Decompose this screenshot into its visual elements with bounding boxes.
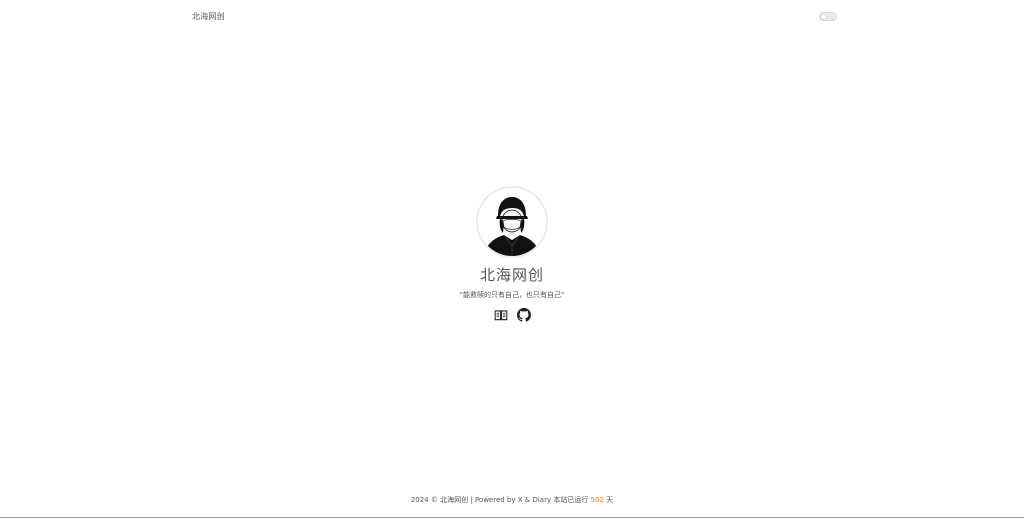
theme-toggle-switch[interactable] (819, 12, 837, 21)
profile-card: 北海网创 "能救赎的只有自己，也只有自己" (0, 186, 1024, 322)
book-link[interactable] (494, 308, 508, 322)
page: 北海网创 北海网创 "能救赎的只有自己，也只有自己" 2024 © 北海网创 |… (0, 0, 1024, 518)
profile-motto: "能救赎的只有自己，也只有自己" (459, 291, 565, 299)
avatar (476, 186, 548, 258)
site-brand-link[interactable]: 北海网创 (192, 11, 225, 22)
profile-name: 北海网创 (479, 266, 544, 284)
toggle-knob (821, 14, 826, 19)
avatar-illustration (478, 188, 546, 256)
run-prefix: 本站已运行 (553, 496, 589, 504)
footer: 2024 © 北海网创 | Powered by X & Diary 本站已运行… (0, 495, 1024, 505)
footer-year: 2024 (410, 496, 429, 504)
copyright-symbol: © (430, 496, 438, 504)
footer-separator: | (470, 496, 473, 504)
github-icon (516, 308, 531, 322)
book-icon (494, 310, 507, 321)
github-link[interactable] (516, 308, 531, 322)
powered-by-link[interactable]: Powered by X & Diary (475, 496, 551, 504)
run-suffix: 天 (606, 496, 614, 504)
footer-owner-link[interactable]: 北海网创 (440, 496, 468, 504)
run-days: 502 (590, 496, 604, 504)
top-bar: 北海网创 (0, 0, 1024, 34)
social-links (0, 308, 1024, 322)
